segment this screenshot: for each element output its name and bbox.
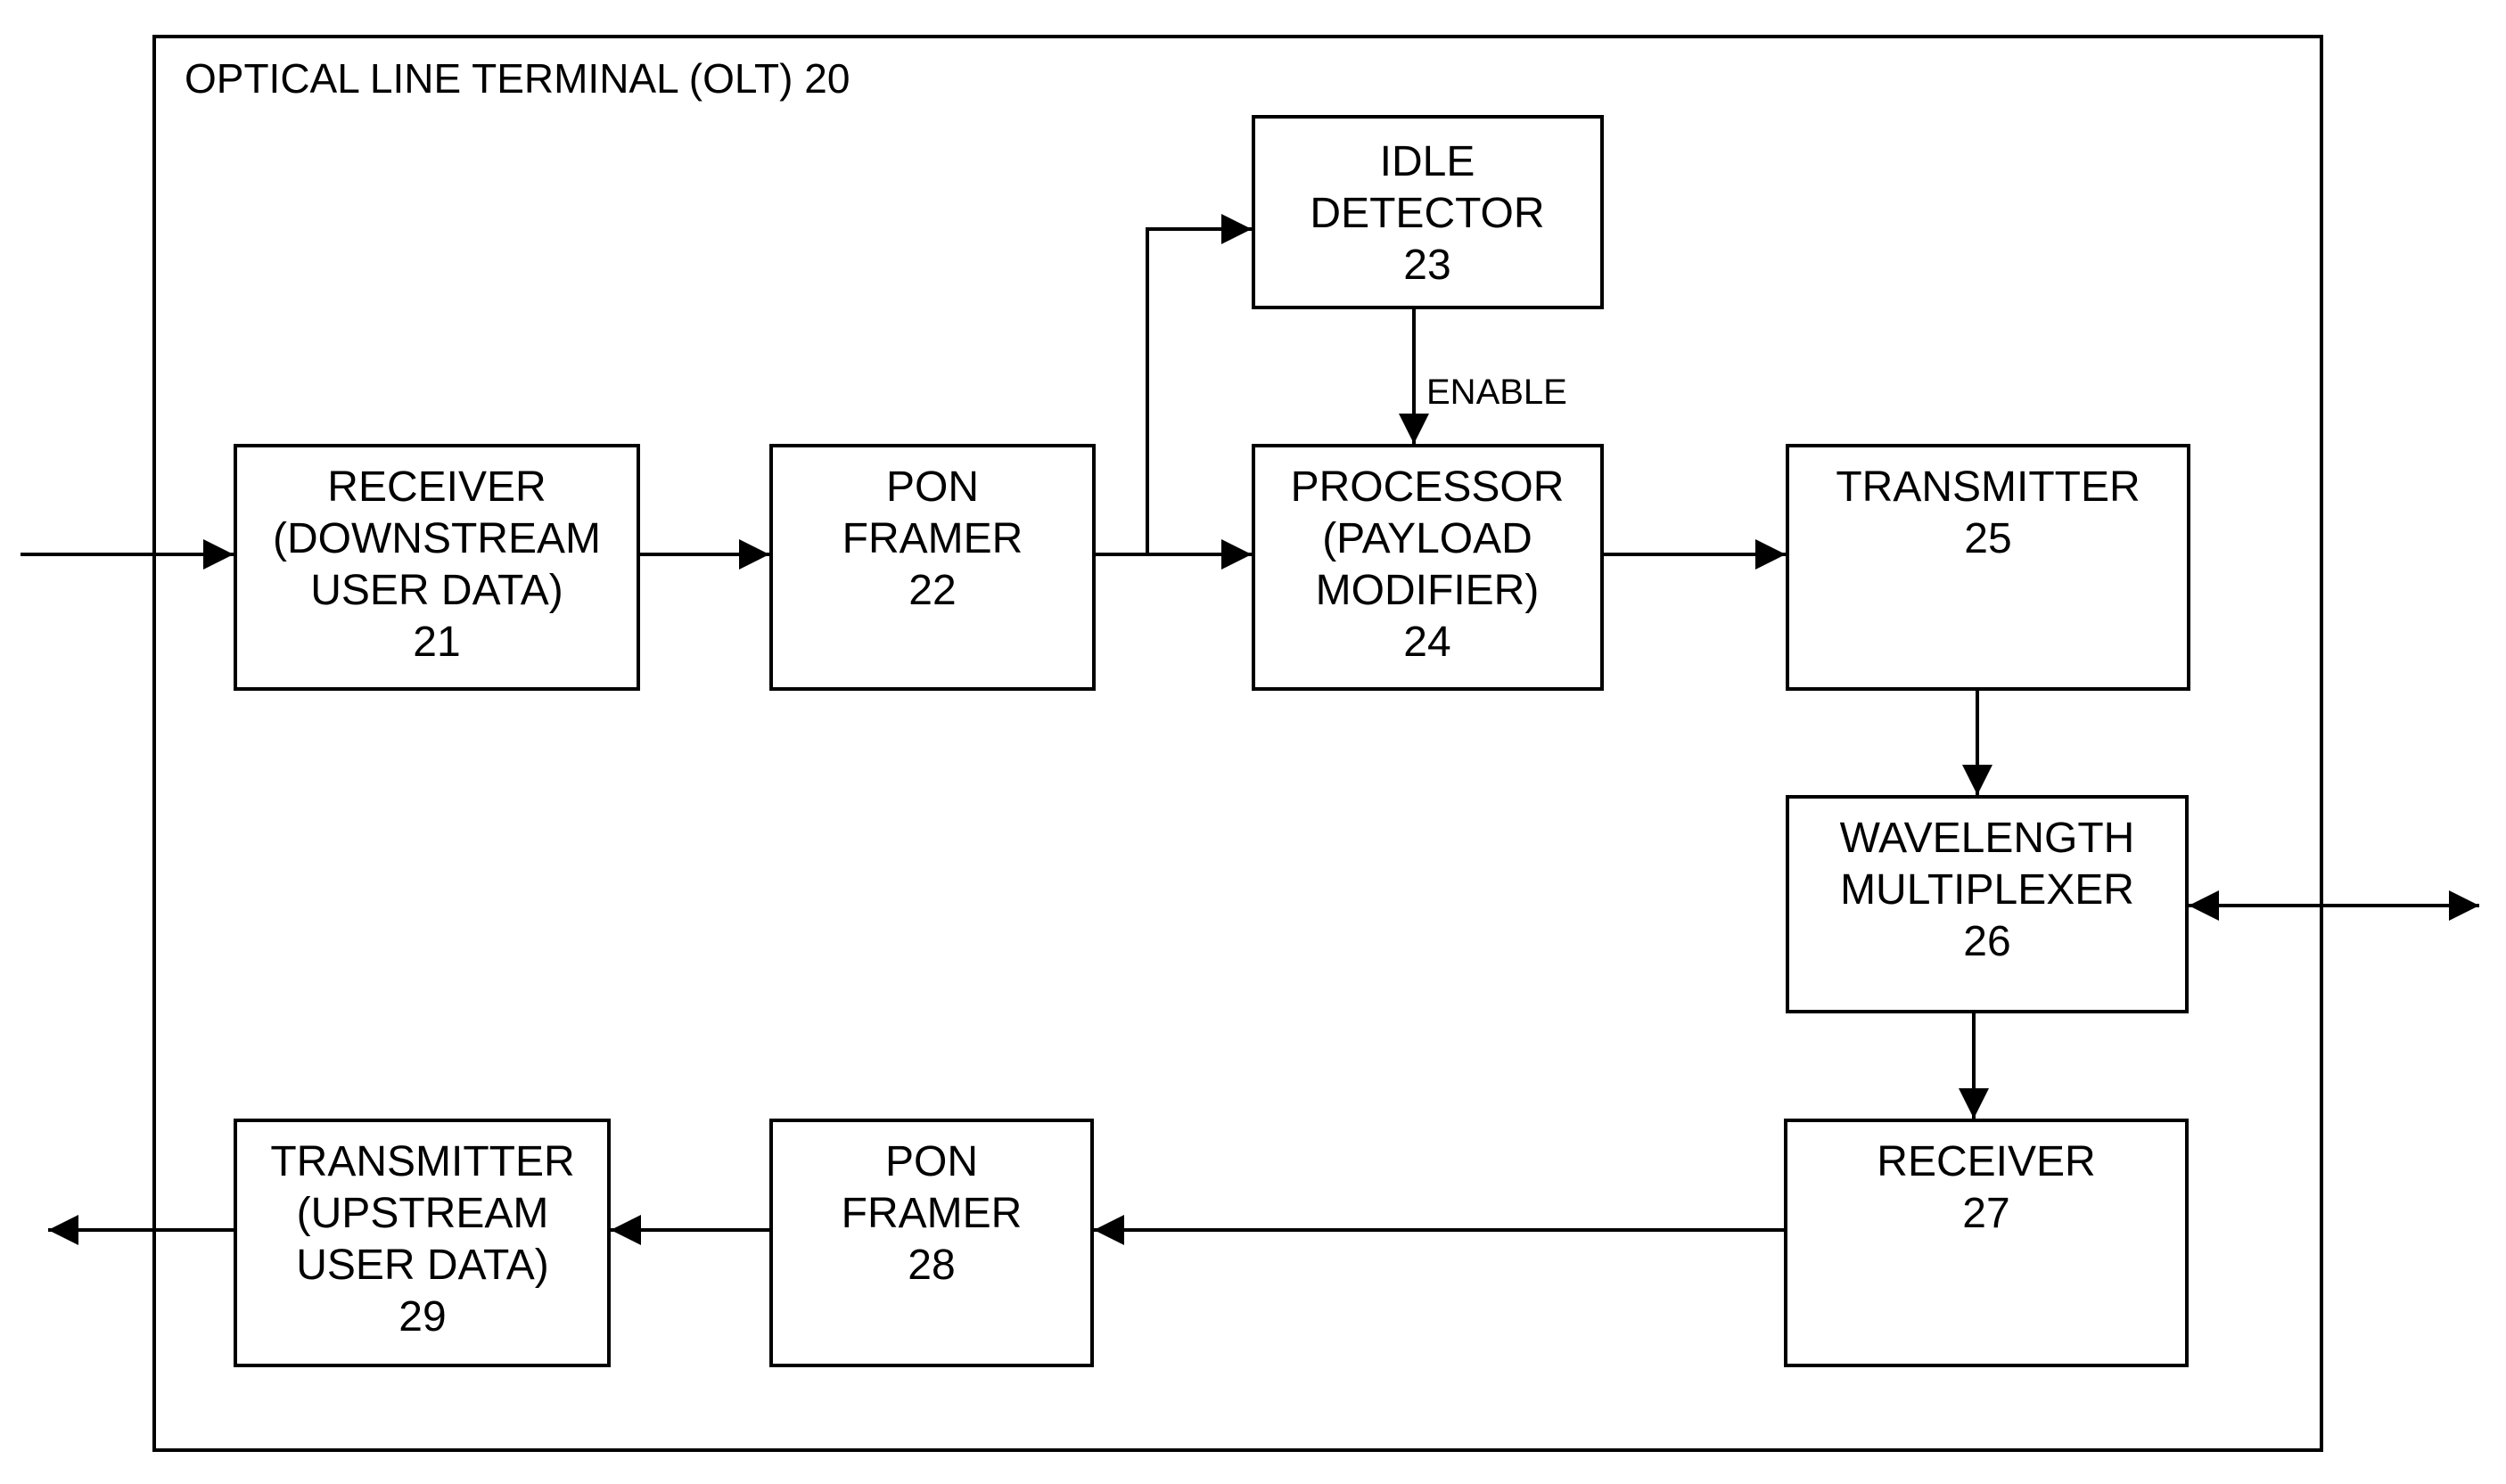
arrowhead-icon [1221, 539, 1252, 570]
block-label-line: RECEIVER [1877, 1138, 2095, 1185]
block-transmitter-25: TRANSMITTER 25 [1786, 444, 2190, 691]
block-label-line: MODIFIER) [1316, 567, 1540, 614]
olt-title: OPTICAL LINE TERMINAL (OLT) 20 [185, 55, 850, 102]
olt-block-diagram: OPTICAL LINE TERMINAL (OLT) 20 ENABLE RE… [21, 35, 2479, 1452]
block-receiver-downstream: RECEIVER (DOWNSTREAM USER DATA) 21 [234, 444, 640, 691]
block-label-line: FRAMER [842, 515, 1023, 562]
arrowhead-icon [611, 1215, 641, 1245]
block-label-line: 21 [413, 619, 460, 666]
block-pon-framer-22: PON FRAMER 22 [769, 444, 1096, 691]
arrowhead-icon [203, 539, 234, 570]
block-label-line: 22 [908, 567, 956, 614]
block-label-line: PROCESSOR [1291, 463, 1565, 511]
block-label-line: 29 [398, 1293, 446, 1341]
block-label-line: DETECTOR [1310, 190, 1544, 237]
block-label-line: PON [886, 463, 979, 511]
block-label-line: USER DATA) [310, 567, 563, 614]
block-label-line: (UPSTREAM [297, 1190, 549, 1237]
block-label-line: PON [885, 1138, 978, 1185]
block-label-line: TRANSMITTER [270, 1138, 574, 1185]
block-label-line: 23 [1403, 242, 1450, 289]
block-label-line: FRAMER [842, 1190, 1023, 1237]
block-label-line: 24 [1403, 619, 1450, 666]
block-label-line: 28 [908, 1242, 955, 1289]
arrowhead-icon [1962, 765, 1992, 795]
block-label-line: 26 [1963, 918, 2010, 965]
arrowhead-icon [48, 1215, 78, 1245]
block-label-line: USER DATA) [296, 1242, 549, 1289]
block-label-line: (PAYLOAD [1322, 515, 1532, 562]
arrowhead-icon [1959, 1088, 1989, 1119]
block-label-line: TRANSMITTER [1836, 463, 2140, 511]
arrowhead-icon [1221, 214, 1252, 244]
connections [21, 214, 2479, 1245]
block-processor: PROCESSOR (PAYLOAD MODIFIER) 24 [1252, 444, 1604, 691]
block-receiver-27: RECEIVER 27 [1784, 1119, 2189, 1367]
block-label-line: IDLE [1380, 138, 1475, 185]
block-label-line: RECEIVER [327, 463, 546, 511]
arrowhead-icon [2449, 890, 2479, 921]
block-pon-framer-28: PON FRAMER 28 [769, 1119, 1094, 1367]
block-transmitter-upstream: TRANSMITTER (UPSTREAM USER DATA) 29 [234, 1119, 611, 1367]
block-label-line: 27 [1962, 1190, 2009, 1237]
arrowhead-icon [1755, 539, 1786, 570]
arrowhead-icon [1094, 1215, 1124, 1245]
arrowhead-icon [739, 539, 769, 570]
block-label-line: MULTIPLEXER [1840, 866, 2134, 914]
block-wavelength-multiplexer: WAVELENGTH MULTIPLEXER 26 [1786, 795, 2189, 1013]
arrowhead-icon [2189, 890, 2219, 921]
block-label-line: 25 [1964, 515, 2011, 562]
enable-signal-label: ENABLE [1426, 373, 1567, 412]
block-idle-detector: IDLE DETECTOR 23 [1252, 115, 1604, 309]
block-label-line: WAVELENGTH [1840, 815, 2135, 862]
arrowhead-icon [1399, 414, 1429, 444]
arrow-pon-framer-22-to-idle-detector-23 [1146, 227, 1252, 554]
block-label-line: (DOWNSTREAM [273, 515, 601, 562]
